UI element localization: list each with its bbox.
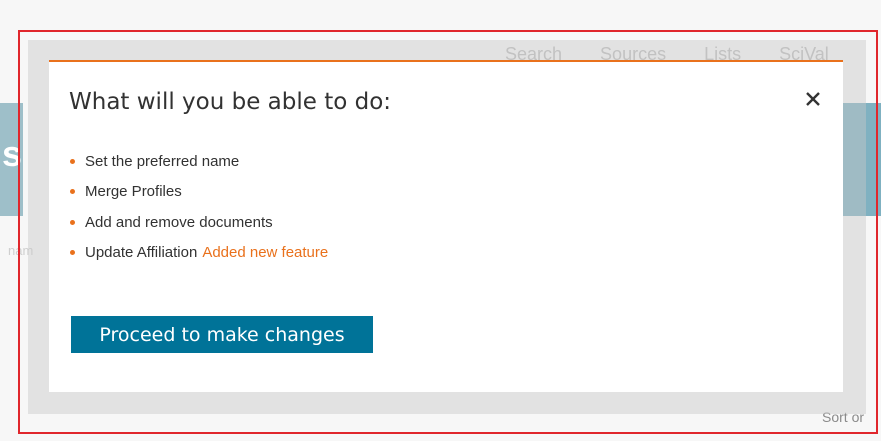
- bullet-icon: [70, 158, 75, 164]
- feature-item-affiliation: Update Affiliation Added new feature: [70, 238, 328, 269]
- close-icon: [806, 92, 820, 106]
- feature-label: Add and remove documents: [85, 213, 273, 231]
- bullet-icon: [70, 189, 75, 195]
- background-banner-text: s: [2, 133, 23, 174]
- bullet-icon: [70, 250, 75, 256]
- feature-label: Update Affiliation: [85, 244, 198, 262]
- feature-item-preferred-name: Set the preferred name: [70, 146, 328, 177]
- dialog-title: What will you be able to do:: [69, 89, 392, 115]
- bullet-icon: [70, 219, 75, 225]
- feature-label: Merge Profiles: [85, 183, 182, 201]
- new-feature-badge: Added new feature: [202, 244, 329, 262]
- features-dialog: What will you be able to do: Set the pre…: [49, 60, 843, 392]
- close-button[interactable]: [799, 85, 827, 113]
- feature-label: Set the preferred name: [85, 152, 240, 170]
- proceed-button[interactable]: Proceed to make changes: [71, 316, 373, 353]
- feature-item-merge-profiles: Merge Profiles: [70, 177, 328, 208]
- feature-list: Set the preferred name Merge Profiles Ad…: [70, 146, 328, 268]
- feature-item-documents: Add and remove documents: [70, 207, 328, 238]
